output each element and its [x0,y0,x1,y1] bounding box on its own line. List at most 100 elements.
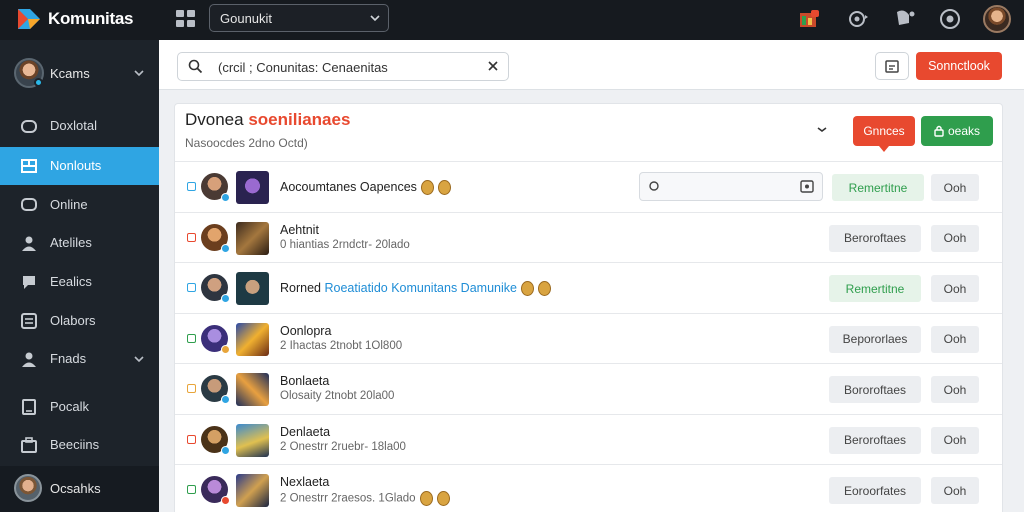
app-logo[interactable] [16,7,42,31]
emoji-icon [420,180,434,196]
list-item[interactable]: Nexlaeta 2 Onestrr 2raesos. 1Glado Eoroo… [175,464,1002,512]
sidebar-item-fnads[interactable]: Fnads [0,340,159,378]
sidebar-item-label: Eealics [50,274,92,289]
sidebar-item-online[interactable]: Online [0,186,159,224]
sidebar-item-label: Ateliles [50,235,92,250]
top-bar: Komunitas Gounukit [0,0,1024,40]
sidebar-item-beeciins[interactable]: Beeciins [0,426,159,464]
emoji-icon [419,491,433,506]
community-thumbnail [236,221,269,255]
image-icon[interactable] [800,180,814,193]
sidebar-item-pocalk[interactable]: Pocalk [0,388,159,426]
row-title: Oonlopra [280,323,332,338]
list-item[interactable]: Rorned Roeatiatido Komunitans Damunike R… [175,262,1002,313]
bubble-icon [23,276,35,289]
row-action-button[interactable]: Beroroftaes [829,426,921,454]
row-checkbox[interactable] [187,283,196,292]
row-secondary-button[interactable]: Ooh [931,477,979,504]
inline-reply-input[interactable]: ​ [639,172,823,201]
list-icon [21,313,37,329]
close-icon[interactable] [486,59,500,73]
avatar [201,324,230,354]
row-secondary-button[interactable]: Ooh [931,224,979,252]
green-action-button[interactable]: oeaks [921,116,993,146]
sidebar-item-eealics[interactable]: Eealics [0,263,159,301]
emoji-icon [537,281,551,297]
row-meta: 2 Ihactas 2tnobt 1Ol800 [280,339,403,352]
row-checkbox[interactable] [187,232,196,242]
row-secondary-button[interactable]: Ooh [931,426,979,454]
chevron-down-icon [134,356,144,363]
calendar-icon [885,60,899,73]
sidebar-user[interactable]: Kcams [0,54,159,94]
settings-icon[interactable] [845,6,871,32]
app-brand: Komunitas [48,9,134,28]
row-action-button[interactable]: Bepororlaes [829,325,921,353]
list-item[interactable]: Bonlaeta Olosaity 2tnobt 20la00 Bororoft… [175,363,1002,414]
row-title: Aocoumtanes Oapences [280,180,451,196]
workspace-select[interactable]: Gounukit [209,4,389,32]
list-item[interactable]: Oonlopra 2 Ihactas 2tnobt 1Ol800 Beporor… [175,312,1002,364]
chevron-down-icon [134,70,144,77]
avatar [14,474,42,502]
sidebar-item-olabors[interactable]: Olabors [0,302,159,340]
row-secondary-button[interactable]: Ooh [931,174,979,201]
row-title: Nexlaeta [280,475,330,489]
row-title: Rorned Roeatiatido Komunitans Damunike [280,281,551,297]
person-icon [22,352,36,367]
community-thumbnail [236,322,269,356]
workspace-select-value: Gounukit [220,11,273,26]
row-action-button[interactable]: Remertitne [832,174,924,201]
profile-avatar[interactable] [983,5,1011,33]
avatar [201,274,230,303]
sidebar-item-dashboard[interactable]: Doxlotal [0,107,159,145]
row-meta: Olosaity 2tnobt 20la00 [280,390,395,402]
list-item[interactable]: Denlaeta 2 Onestrr 2ruebr- 18la00 Beroro… [175,413,1002,465]
row-secondary-button[interactable]: Ooh [931,275,979,302]
sidebar-item-label: Online [50,197,88,212]
briefcase-icon [21,437,37,453]
row-action-button[interactable]: Eoroorfates [829,477,921,504]
grid-icon[interactable] [176,10,195,27]
row-title: Bonlaeta [280,374,330,388]
avatar [201,476,230,505]
sidebar-item-label: Pocalk [50,399,90,414]
row-title: Aehtnit [280,222,319,237]
primary-action-button[interactable]: Sonnctlook [916,52,1002,80]
red-action-button[interactable]: Gnnces [853,116,915,152]
community-thumbnail [236,272,269,305]
sidebar-item-label: Fnads [50,351,87,366]
community-list: Aocoumtanes Oapences ​ Remertitne Ooh Ae… [175,161,1002,512]
calendar-badge-icon[interactable] [796,6,822,32]
row-meta: 2 Onestrr 2ruebr- 18la00 [280,440,406,453]
row-title-link: Roeatiatido Komunitans Damunike [324,281,517,295]
avatar [201,223,230,253]
lock-icon [934,125,944,137]
search-input[interactable]: (crcil ; Conunitas: Cenaenitas [177,52,509,81]
chevron-down-icon[interactable] [815,122,829,136]
row-checkbox[interactable] [187,384,196,393]
page-subtitle: Nasoocdes 2dno Octd) [185,136,308,150]
list-item[interactable]: Aehtnit 0 hiantias 2rndctr- 20lado Beror… [175,211,1002,263]
list-item[interactable]: Aocoumtanes Oapences ​ Remertitne Ooh [175,161,1002,212]
search-icon [649,181,659,191]
row-checkbox[interactable] [187,182,196,191]
sidebar-item-label: Nonlouts [50,158,102,173]
sidebar-item-activities[interactable]: Ateliles [0,224,159,262]
row-action-button[interactable]: Beroroftaes [829,224,921,252]
sidebar-item-layouts[interactable]: Nonlouts [0,147,159,185]
community-thumbnail [236,373,269,406]
notifications-icon[interactable] [892,6,918,32]
row-checkbox[interactable] [187,333,196,343]
row-secondary-button[interactable]: Ooh [931,325,979,353]
sidebar-bottom-user[interactable]: Ocsahks [0,466,159,512]
row-meta: 2 Onestrr 2raesos. 1Glado [280,491,450,506]
row-checkbox[interactable] [187,485,196,494]
row-action-button[interactable]: Remertitne [829,275,921,302]
row-secondary-button[interactable]: Ooh [931,376,979,403]
sync-icon[interactable] [937,6,963,32]
row-checkbox[interactable] [187,434,196,444]
row-action-button[interactable]: Bororoftaes [829,376,921,403]
user-icon [22,236,36,251]
calendar-button[interactable] [875,52,909,80]
